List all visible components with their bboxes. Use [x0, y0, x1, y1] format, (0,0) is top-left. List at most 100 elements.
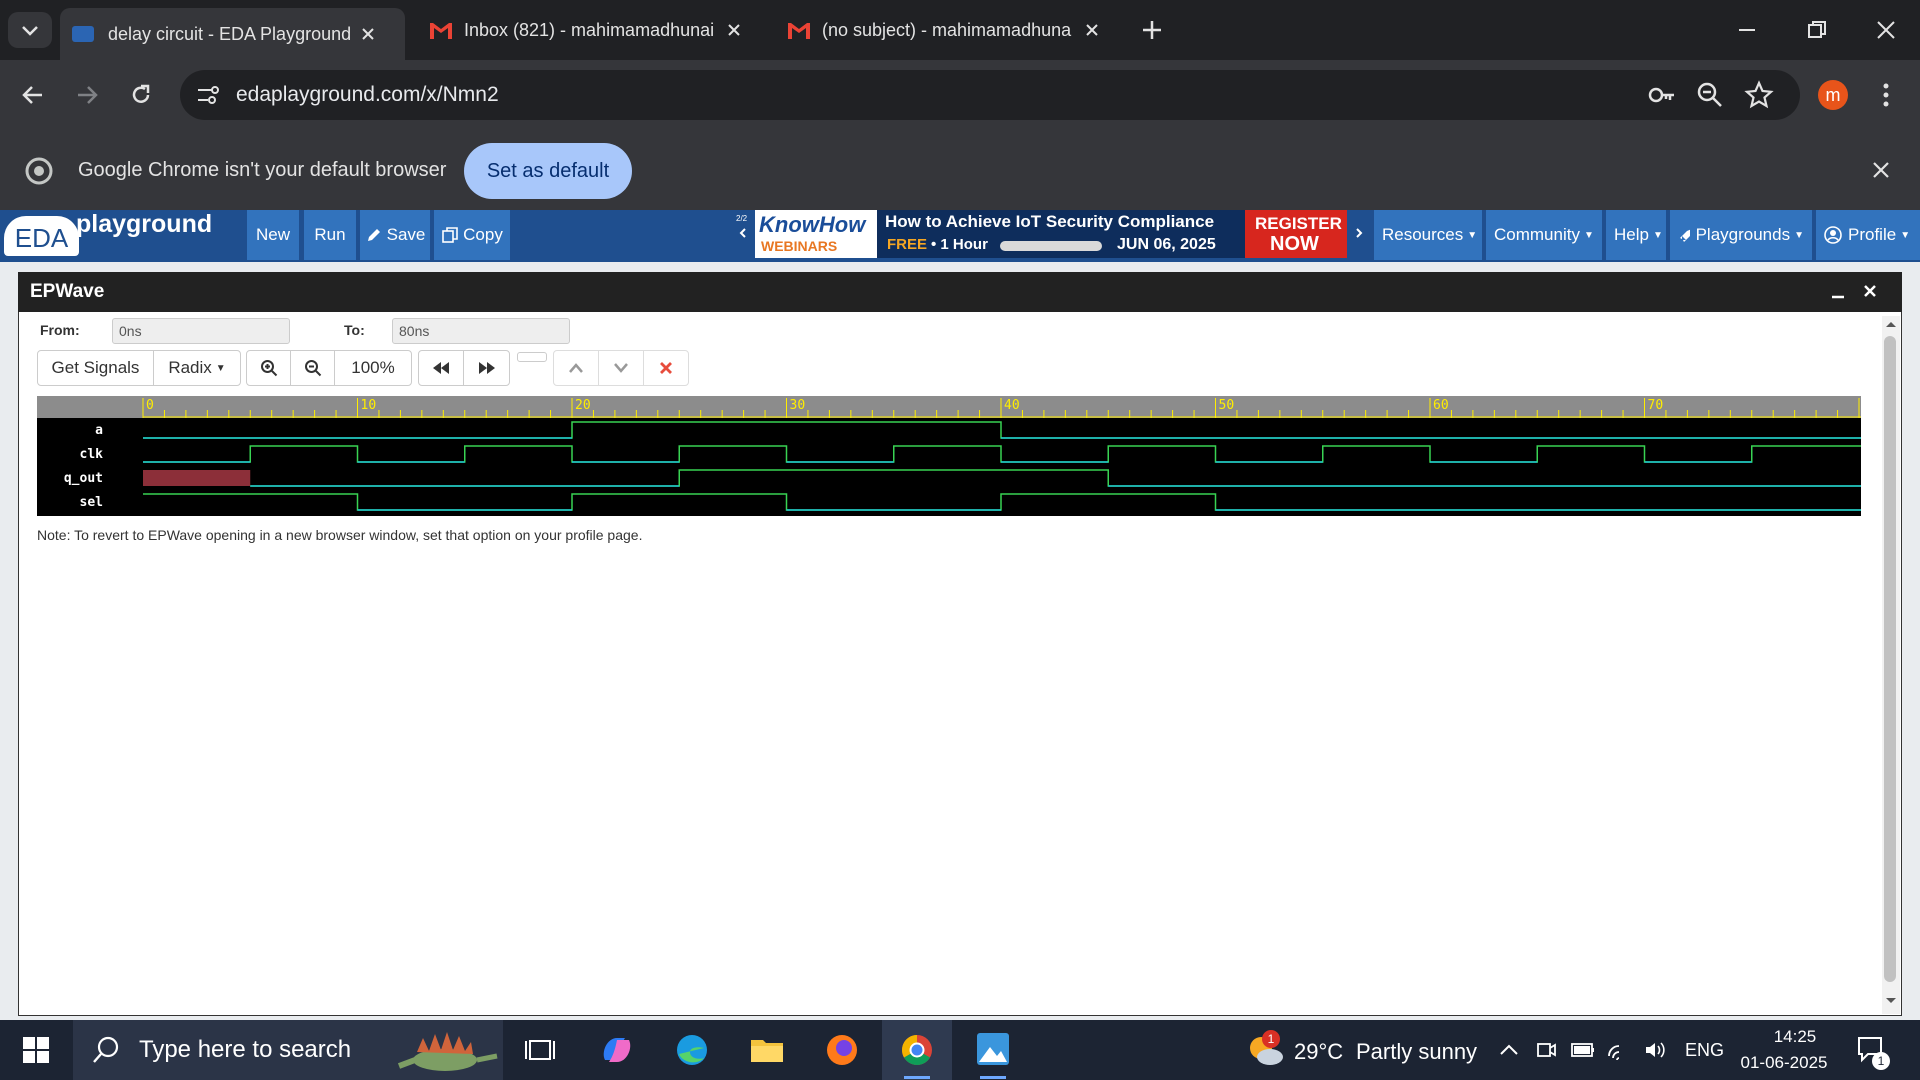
nav-community[interactable]: Community ▼ [1486, 210, 1602, 260]
zoom-out-button[interactable] [291, 351, 335, 385]
tab-close-icon[interactable] [1082, 20, 1102, 40]
close-window-icon[interactable] [1874, 18, 1898, 42]
task-view-icon[interactable] [514, 1026, 566, 1074]
edge-icon[interactable] [666, 1026, 718, 1074]
firefox-icon[interactable] [816, 1026, 868, 1074]
copy-button[interactable]: Copy [434, 210, 510, 260]
clock-date[interactable]: 01-06-2025 [1732, 1053, 1836, 1073]
meet-now-icon[interactable] [1534, 1038, 1558, 1062]
empty-button[interactable] [517, 352, 547, 362]
chevron-down-icon [614, 363, 628, 373]
windows-start-icon[interactable] [22, 1036, 50, 1064]
clock-time[interactable]: 14:25 [1760, 1027, 1830, 1047]
copy-label: Copy [463, 225, 503, 244]
new-tab-icon[interactable] [1140, 18, 1164, 42]
taskbar-search[interactable]: Type here to search [73, 1020, 503, 1080]
step-forward-button[interactable] [464, 351, 509, 385]
epwave-title: EPWave [30, 281, 105, 302]
infobar-close-icon[interactable] [1870, 159, 1892, 181]
caret-icon: ▼ [1900, 229, 1911, 241]
move-down-button[interactable] [599, 351, 644, 385]
tab-title: (no subject) - mahimamadhuna [822, 19, 1072, 40]
set-as-default-button[interactable]: Set as default [464, 143, 632, 199]
radix-dropdown[interactable]: Radix ▼ [154, 351, 240, 385]
nav-resources[interactable]: Resources ▼ [1374, 210, 1482, 260]
ad-now: NOW [1270, 233, 1319, 255]
tab-search-button[interactable] [8, 12, 52, 48]
gmail-icon [788, 23, 810, 39]
move-up-button[interactable] [554, 351, 599, 385]
signal-name-clk[interactable]: clk [80, 447, 104, 462]
reload-icon[interactable] [128, 82, 154, 108]
save-button[interactable]: Save [360, 210, 430, 260]
tab-no-subject[interactable]: (no subject) - mahimamadhuna [778, 8, 1118, 52]
tab-eda[interactable]: delay circuit - EDA Playground [60, 8, 405, 60]
pencil-icon [367, 229, 380, 241]
eda-logo[interactable]: EDA playground [4, 208, 244, 258]
wifi-icon[interactable] [1606, 1038, 1632, 1062]
volume-icon[interactable] [1642, 1038, 1668, 1062]
nav-playgrounds[interactable]: Playgrounds ▼ [1670, 210, 1812, 260]
ad-banner[interactable]: KnowHow WEBINARS How to Achieve IoT Secu… [755, 210, 1347, 258]
step-back-button[interactable] [419, 351, 464, 385]
zoom-in-button[interactable] [247, 351, 291, 385]
weather-desc: Partly sunny [1356, 1039, 1478, 1064]
taskbar-chrome-active[interactable] [882, 1020, 952, 1080]
chevron-up-icon [569, 363, 583, 373]
nav-profile[interactable]: Profile ▼ [1816, 210, 1920, 260]
ad-prev-icon[interactable] [738, 226, 748, 240]
zoom-level[interactable]: 100% [335, 351, 411, 385]
bookmark-star-icon[interactable] [1744, 80, 1774, 110]
epwave-minimize-icon[interactable] [1830, 284, 1846, 300]
language-indicator[interactable]: ENG [1685, 1040, 1724, 1061]
taskbar-photos[interactable] [960, 1020, 1026, 1080]
signal-name-q_out[interactable]: q_out [64, 471, 103, 486]
nav-resources-label: Resources [1382, 225, 1464, 244]
remove-signal-button[interactable] [644, 351, 688, 385]
time-ruler [37, 396, 1861, 418]
ad-register: REGISTER [1255, 214, 1342, 233]
epwave-close-icon[interactable] [1862, 283, 1878, 299]
copilot-icon[interactable] [591, 1026, 643, 1074]
minimize-icon[interactable] [1735, 18, 1759, 42]
logo-eda-text: EDA [4, 216, 79, 256]
to-input[interactable]: 80ns [392, 318, 570, 344]
menu-kebab-icon[interactable] [1874, 80, 1898, 110]
site-info-icon[interactable] [194, 81, 222, 109]
ad-brand: KnowHow [759, 212, 866, 237]
run-button[interactable]: Run [304, 210, 356, 260]
chevron-down-icon [22, 26, 38, 36]
battery-icon[interactable] [1570, 1040, 1596, 1060]
signal-name-a[interactable]: a [95, 423, 103, 438]
nav-help[interactable]: Help ▼ [1606, 210, 1666, 260]
file-explorer-icon[interactable] [741, 1026, 793, 1074]
password-key-icon[interactable] [1647, 81, 1677, 109]
scroll-down-icon[interactable] [1883, 995, 1899, 1007]
backward-icon [433, 362, 449, 374]
ad-counter: 2/2 [736, 214, 748, 223]
tray-chevron-up-icon[interactable] [1498, 1040, 1520, 1060]
waveform-viewer[interactable]: 0 10 20 30 40 50 60 70 a clk q_outsel [37, 396, 1861, 516]
signal-name-sel[interactable]: sel [80, 495, 103, 510]
back-icon[interactable] [20, 82, 46, 108]
scroll-thumb[interactable] [1884, 336, 1896, 982]
tab-inbox[interactable]: Inbox (821) - mahimamadhunai [420, 8, 760, 52]
nav-playgrounds-label: Playgrounds [1695, 225, 1791, 244]
get-signals-button[interactable]: Get Signals [38, 351, 154, 385]
address-bar[interactable]: edaplayground.com/x/Nmn2 [180, 70, 1800, 120]
signals-group: Get Signals Radix ▼ [37, 350, 241, 386]
tab-close-icon[interactable] [358, 24, 378, 44]
new-button[interactable]: New [247, 210, 299, 260]
forward-icon[interactable] [74, 82, 100, 108]
from-input[interactable]: 0ns [112, 318, 290, 344]
restore-icon[interactable] [1805, 18, 1829, 42]
tab-close-icon[interactable] [724, 20, 744, 40]
search-placeholder: Type here to search [139, 1036, 352, 1063]
to-label: To: [344, 322, 365, 338]
ad-next-icon[interactable] [1354, 226, 1364, 240]
stegosaurus-illustration [397, 1032, 498, 1071]
scroll-up-icon[interactable] [1883, 318, 1899, 330]
weather-temp: 29°C [1294, 1039, 1344, 1064]
zoom-icon[interactable] [1696, 81, 1724, 109]
profile-avatar[interactable]: m [1818, 80, 1848, 110]
